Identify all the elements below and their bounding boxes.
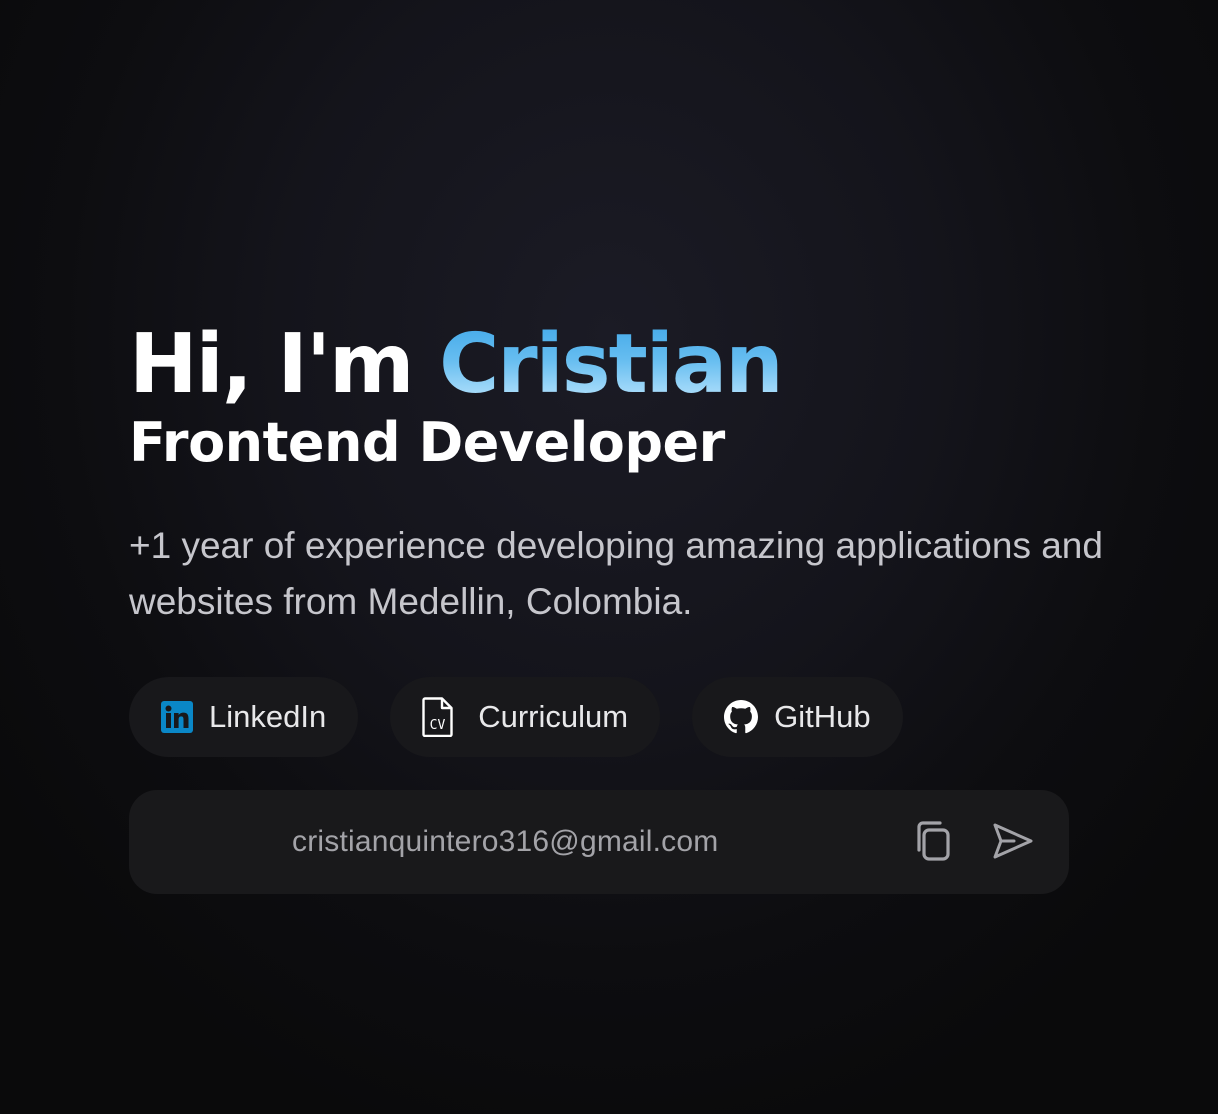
hero-section: Hi, I'm Cristian Frontend Developer +1 y… <box>129 318 1129 894</box>
role-title: Frontend Developer <box>129 411 725 474</box>
github-icon <box>724 700 759 734</box>
bio-text: +1 year of experience developing amazing… <box>129 525 1103 622</box>
copy-icon <box>910 819 954 868</box>
cv-document-icon: CV <box>422 697 454 737</box>
hero-heading: Hi, I'm Cristian <box>129 318 1129 412</box>
email-address[interactable]: cristianquintero316@gmail.com <box>292 790 718 894</box>
curriculum-link[interactable]: CV Curriculum <box>390 677 661 757</box>
github-label: GitHub <box>774 699 871 734</box>
github-link[interactable]: GitHub <box>692 677 903 757</box>
name-highlight: Cristian <box>439 317 784 412</box>
social-links: LinkedIn CV Curriculum GitHub <box>129 677 903 757</box>
copy-email-button[interactable] <box>907 818 957 868</box>
linkedin-label: LinkedIn <box>209 699 327 734</box>
send-email-button[interactable] <box>987 818 1037 868</box>
curriculum-label: Curriculum <box>478 699 629 734</box>
svg-text:CV: CV <box>430 718 446 733</box>
linkedin-icon <box>161 701 193 733</box>
greeting-text: Hi, I'm <box>129 317 414 412</box>
email-contact-box: cristianquintero316@gmail.com <box>129 790 1069 894</box>
linkedin-link[interactable]: LinkedIn <box>129 677 359 757</box>
send-icon <box>990 819 1034 868</box>
